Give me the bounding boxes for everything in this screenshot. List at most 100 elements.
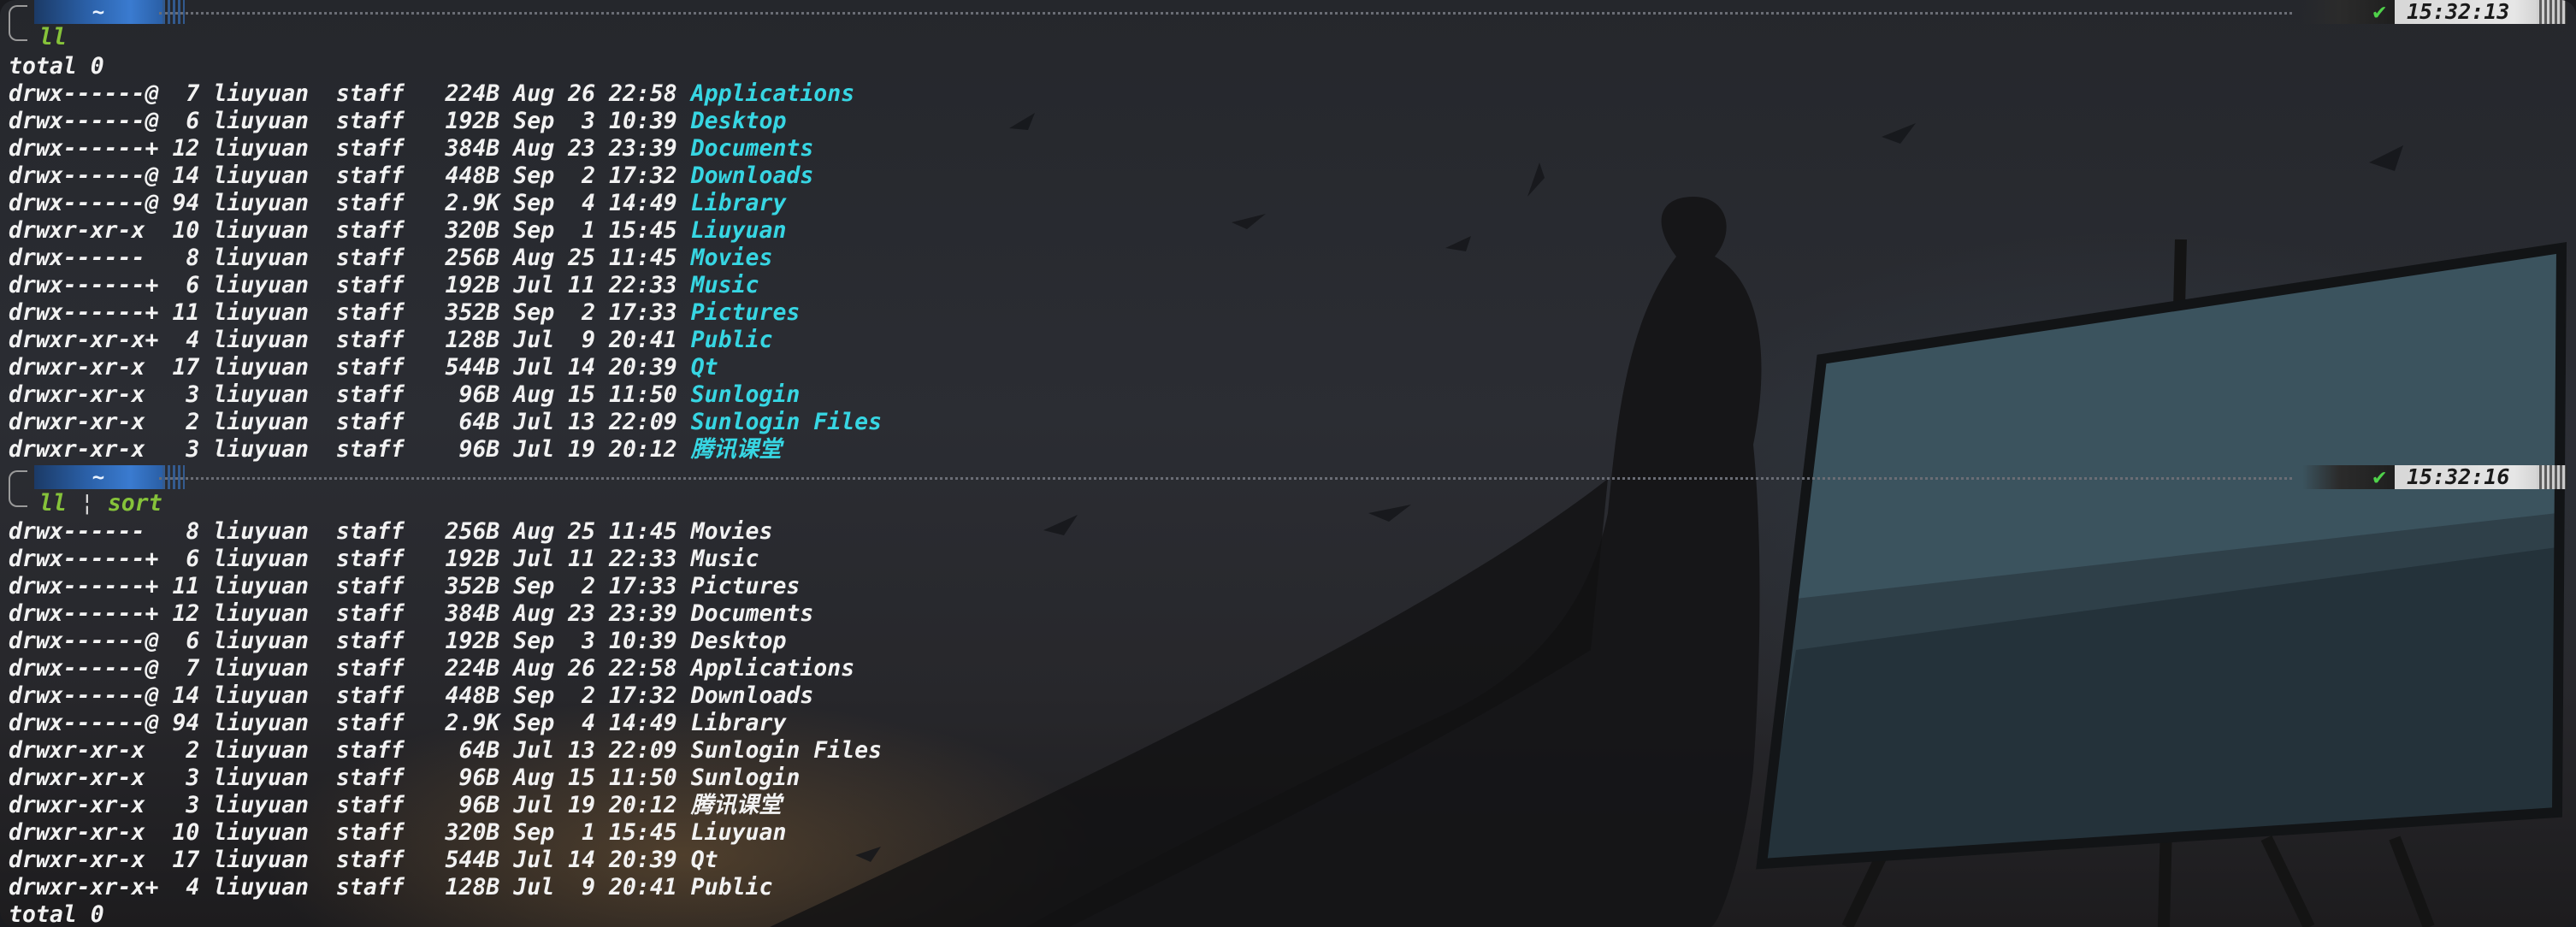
file-name[interactable]: Pictures	[691, 573, 801, 599]
list-item: drwx------@ 14 liuyuan staff 448B Sep 2 …	[9, 162, 813, 190]
file-meta: drwx------+ 12 liuyuan staff 384B Aug 23…	[9, 600, 691, 627]
prompt-dir-segment: ~	[34, 0, 185, 24]
file-name[interactable]: Pictures	[691, 299, 801, 326]
list-item: drwx------ 8 liuyuan staff 256B Aug 25 1…	[9, 518, 772, 546]
list-item: drwx------@ 14 liuyuan staff 448B Sep 2 …	[9, 682, 813, 710]
file-name[interactable]: Sunlogin	[691, 765, 801, 791]
file-name[interactable]: Qt	[691, 354, 718, 381]
prompt-bar: ~ ✔ 15:32:16	[9, 464, 2567, 491]
file-meta: drwx------@ 7 liuyuan staff 224B Aug 26 …	[9, 80, 691, 107]
file-meta: drwx------@ 6 liuyuan staff 192B Sep 3 1…	[9, 108, 691, 134]
file-name[interactable]: Downloads	[691, 682, 814, 709]
file-name[interactable]: Public	[691, 874, 773, 900]
file-name[interactable]: Movies	[691, 245, 773, 271]
file-meta: drwxr-xr-x 17 liuyuan staff 544B Jul 14 …	[9, 354, 691, 381]
output-total: total 0	[9, 901, 104, 927]
file-name[interactable]: Desktop	[691, 108, 787, 134]
file-name[interactable]: 腾讯课堂	[691, 792, 782, 818]
list-item: drwxr-xr-x 17 liuyuan staff 544B Jul 14 …	[9, 354, 718, 381]
file-name[interactable]: Desktop	[691, 628, 787, 654]
list-item: drwx------+ 12 liuyuan staff 384B Aug 23…	[9, 600, 813, 628]
file-name[interactable]: Liuyuan	[691, 819, 787, 846]
list-item: drwx------+ 11 liuyuan staff 352B Sep 2 …	[9, 573, 800, 600]
list-item: drwxr-xr-x 2 liuyuan staff 64B Jul 13 22…	[9, 737, 882, 765]
check-icon: ✔	[2372, 0, 2386, 25]
file-meta: drwxr-xr-x 3 liuyuan staff 96B Aug 15 11…	[9, 381, 691, 408]
prompt-status-segment: ✔	[2302, 465, 2395, 489]
list-item: drwxr-xr-x 10 liuyuan staff 320B Sep 1 1…	[9, 819, 786, 847]
list-item: drwxr-xr-x 10 liuyuan staff 320B Sep 1 1…	[9, 217, 786, 245]
file-name[interactable]: Qt	[691, 847, 718, 873]
output-total: total 0	[9, 53, 104, 80]
file-meta: drwx------@ 14 liuyuan staff 448B Sep 2 …	[9, 682, 691, 709]
file-meta: drwx------@ 14 liuyuan staff 448B Sep 2 …	[9, 162, 691, 189]
prompt-time-segment: 15:32:16	[2395, 464, 2567, 489]
file-name[interactable]: Applications	[691, 80, 854, 107]
file-meta: drwx------+ 11 liuyuan staff 352B Sep 2 …	[9, 299, 691, 326]
file-name[interactable]: Documents	[691, 135, 814, 162]
list-item: drwxr-xr-x 3 liuyuan staff 96B Jul 19 20…	[9, 792, 782, 819]
file-meta: drwx------+ 12 liuyuan staff 384B Aug 23…	[9, 135, 691, 162]
file-meta: drwx------+ 6 liuyuan staff 192B Jul 11 …	[9, 272, 691, 298]
list-item: drwx------@ 6 liuyuan staff 192B Sep 3 1…	[9, 108, 786, 135]
file-meta: drwxr-xr-x 2 liuyuan staff 64B Jul 13 22…	[9, 737, 691, 764]
prompt-time-segment: 15:32:13	[2395, 0, 2567, 24]
file-meta: drwx------@ 6 liuyuan staff 192B Sep 3 1…	[9, 628, 691, 654]
file-name[interactable]: Sunlogin Files	[691, 409, 882, 435]
file-meta: drwx------@ 7 liuyuan staff 224B Aug 26 …	[9, 655, 691, 682]
list-item: drwx------@ 7 liuyuan staff 224B Aug 26 …	[9, 80, 854, 108]
prompt-time: 15:32:16	[2407, 464, 2510, 489]
file-meta: drwxr-xr-x 3 liuyuan staff 96B Aug 15 11…	[9, 765, 691, 791]
file-meta: drwx------ 8 liuyuan staff 256B Aug 25 1…	[9, 245, 691, 271]
terminal-window[interactable]: ~ ✔ 15:32:13 ll total 0 drwx------@ 7 li…	[0, 0, 2576, 927]
prompt-dir-segment: ~	[34, 465, 185, 489]
pipe-command-text: sort	[107, 490, 162, 517]
file-name[interactable]: Liuyuan	[691, 217, 787, 244]
file-meta: drwxr-xr-x+ 4 liuyuan staff 128B Jul 9 2…	[9, 327, 691, 353]
pipe-symbol: ¦	[80, 490, 94, 517]
list-item: drwx------@ 94 liuyuan staff 2.9K Sep 4 …	[9, 190, 786, 217]
file-name[interactable]: Documents	[691, 600, 814, 627]
file-name[interactable]: Downloads	[691, 162, 814, 189]
prompt-time: 15:32:13	[2407, 0, 2510, 24]
list-item: drwx------+ 11 liuyuan staff 352B Sep 2 …	[9, 299, 800, 327]
file-name[interactable]: Music	[691, 272, 759, 298]
file-name[interactable]: Movies	[691, 518, 773, 545]
file-meta: drwxr-xr-x 10 liuyuan staff 320B Sep 1 1…	[9, 217, 691, 244]
file-name[interactable]: Applications	[691, 655, 854, 682]
command-line[interactable]: ll	[9, 24, 67, 51]
prompt-separator	[159, 477, 2292, 480]
list-item: drwx------ 8 liuyuan staff 256B Aug 25 1…	[9, 245, 772, 272]
prompt-bar: ~ ✔ 15:32:13	[9, 0, 2567, 26]
list-item: drwx------@ 94 liuyuan staff 2.9K Sep 4 …	[9, 710, 786, 737]
file-name[interactable]: Library	[691, 710, 787, 736]
file-meta: drwxr-xr-x 2 liuyuan staff 64B Jul 13 22…	[9, 409, 691, 435]
file-name[interactable]: Sunlogin	[691, 381, 801, 408]
file-name[interactable]: Music	[691, 546, 759, 572]
file-meta: drwx------ 8 liuyuan staff 256B Aug 25 1…	[9, 518, 691, 545]
file-meta: drwx------@ 94 liuyuan staff 2.9K Sep 4 …	[9, 710, 691, 736]
file-meta: drwxr-xr-x 10 liuyuan staff 320B Sep 1 1…	[9, 819, 691, 846]
list-item: drwx------+ 6 liuyuan staff 192B Jul 11 …	[9, 546, 759, 573]
command-line[interactable]: ll ¦ sort	[9, 490, 162, 517]
file-meta: drwx------@ 94 liuyuan staff 2.9K Sep 4 …	[9, 190, 691, 216]
prompt-corner	[9, 5, 27, 26]
prompt-dir-label: ~	[92, 0, 105, 24]
file-meta: drwxr-xr-x 3 liuyuan staff 96B Jul 19 20…	[9, 436, 691, 463]
list-item: drwxr-xr-x 2 liuyuan staff 64B Jul 13 22…	[9, 409, 882, 436]
file-name[interactable]: Library	[691, 190, 787, 216]
list-item: drwxr-xr-x 3 liuyuan staff 96B Aug 15 11…	[9, 381, 800, 409]
file-name[interactable]: 腾讯课堂	[691, 436, 782, 463]
file-name[interactable]: Sunlogin Files	[691, 737, 882, 764]
file-name[interactable]: Public	[691, 327, 773, 353]
command-text: ll	[39, 24, 67, 50]
list-item: drwx------@ 7 liuyuan staff 224B Aug 26 …	[9, 655, 854, 682]
check-icon: ✔	[2372, 464, 2386, 490]
file-meta: drwx------+ 6 liuyuan staff 192B Jul 11 …	[9, 546, 691, 572]
prompt-elbow	[9, 24, 27, 41]
list-item: drwxr-xr-x+ 4 liuyuan staff 128B Jul 9 2…	[9, 874, 772, 901]
list-item: drwxr-xr-x 3 liuyuan staff 96B Aug 15 11…	[9, 765, 800, 792]
list-item: drwx------+ 12 liuyuan staff 384B Aug 23…	[9, 135, 813, 162]
command-text: ll	[39, 490, 67, 517]
list-item: drwxr-xr-x 17 liuyuan staff 544B Jul 14 …	[9, 847, 718, 874]
